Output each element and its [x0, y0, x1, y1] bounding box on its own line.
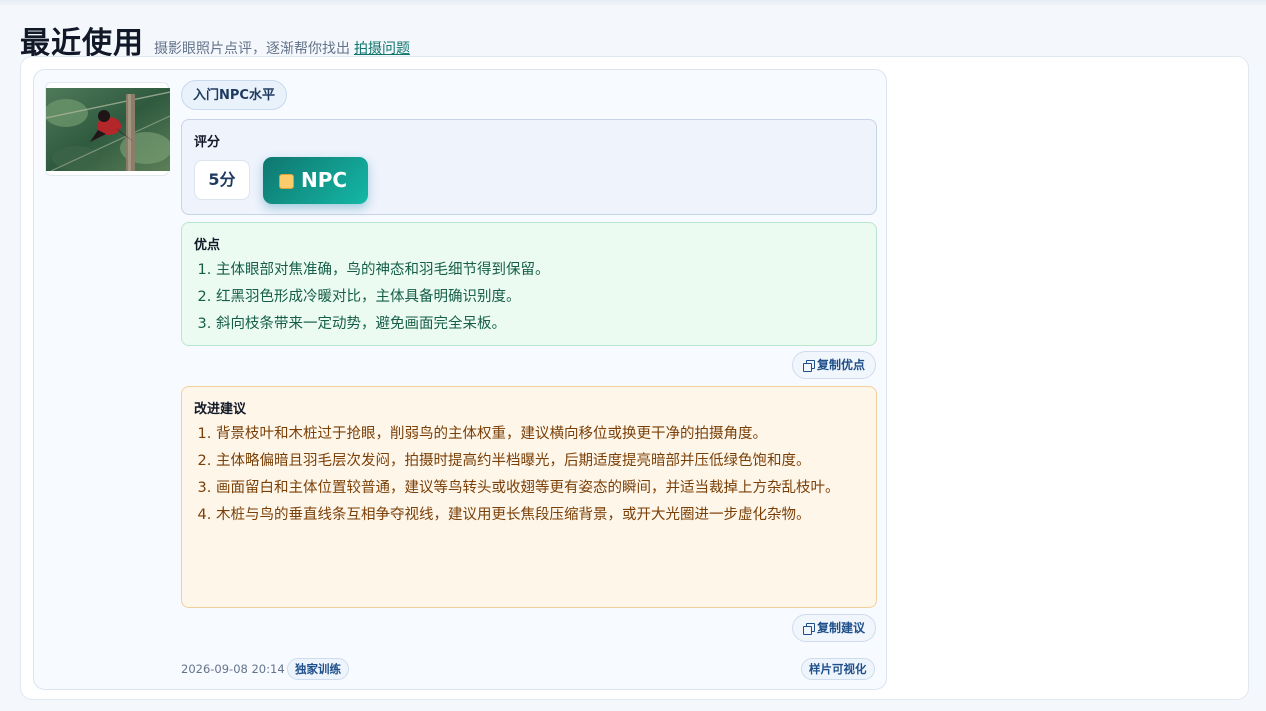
- score-section: 评分 5分 NPC: [181, 119, 877, 215]
- score-value: 5分: [194, 160, 250, 200]
- copy-pros-label: 复制优点: [817, 358, 866, 372]
- pros-list: 主体眼部对焦准确，鸟的神态和羽毛细节得到保留。 红黑羽色形成冷暖对比，主体具备明…: [194, 257, 856, 338]
- sample-visualize-button[interactable]: 样片可视化: [801, 658, 875, 680]
- copy-pros-button[interactable]: 复制优点: [792, 351, 877, 379]
- score-title: 评分: [194, 135, 221, 150]
- review-card: 入门NPC水平 评分 5分 NPC 优点 主体眼部对焦准确，鸟的神态和羽毛细节得…: [33, 69, 887, 690]
- copy-icon: [803, 359, 815, 372]
- npc-badge-label: NPC: [301, 168, 348, 192]
- copy-suggestions-label: 复制建议: [817, 621, 866, 635]
- suggestion-item: 主体略偏暗且羽毛层次发闷，拍摄时提高约半档曝光，后期适度提亮暗部并压低绿色饱和度…: [216, 449, 856, 474]
- badge-square-icon: [279, 174, 294, 189]
- recent-panel: 入门NPC水平 评分 5分 NPC 优点 主体眼部对焦准确，鸟的神态和羽毛细节得…: [20, 56, 1249, 700]
- pros-title: 优点: [194, 238, 221, 253]
- pros-section: 优点 主体眼部对焦准确，鸟的神态和羽毛细节得到保留。 红黑羽色形成冷暖对比，主体…: [181, 222, 877, 346]
- top-bar: [0, 0, 1266, 6]
- suggestions-section: 改进建议 背景枝叶和木桩过于抢眼，削弱鸟的主体权重，建议横向移位或换更干净的拍摄…: [181, 386, 877, 608]
- review-timestamp: 2026-09-08 20:14: [181, 662, 285, 676]
- level-pill: 入门NPC水平: [181, 80, 287, 110]
- photo-thumbnail[interactable]: [45, 82, 170, 176]
- pros-item: 红黑羽色形成冷暖对比，主体具备明确识别度。: [216, 284, 856, 311]
- subtitle-text: 摄影眼照片点评，逐渐帮你找出: [154, 41, 350, 57]
- npc-badge: NPC: [263, 157, 368, 204]
- exclusive-training-tag[interactable]: 独家训练: [287, 658, 349, 680]
- pros-item: 主体眼部对焦准确，鸟的神态和羽毛细节得到保留。: [216, 257, 856, 284]
- suggestion-item: 木桩与鸟的垂直线条互相争夺视线，建议用更长焦段压缩背景，或开大光圈进一步虚化杂物…: [216, 503, 856, 528]
- page-header: 最近使用 摄影眼照片点评，逐渐帮你找出 拍摄问题: [20, 18, 410, 61]
- copy-suggestions-button[interactable]: 复制建议: [792, 614, 877, 642]
- suggestions-list: 背景枝叶和木桩过于抢眼，削弱鸟的主体权重，建议横向移位或换更干净的拍摄角度。 主…: [194, 422, 856, 530]
- suggestions-title: 改进建议: [194, 402, 247, 417]
- page-subtitle: 摄影眼照片点评，逐渐帮你找出 拍摄问题: [154, 38, 410, 58]
- shooting-issues-link[interactable]: 拍摄问题: [354, 41, 410, 57]
- suggestion-item: 画面留白和主体位置较普通，建议等鸟转头或收翅等更有姿态的瞬间，并适当裁掉上方杂乱…: [216, 476, 856, 501]
- copy-icon: [803, 622, 815, 635]
- pros-item: 斜向枝条带来一定动势，避免画面完全呆板。: [216, 311, 856, 338]
- suggestion-item: 背景枝叶和木桩过于抢眼，削弱鸟的主体权重，建议横向移位或换更干净的拍摄角度。: [216, 422, 856, 447]
- bird-photo-image: [46, 88, 170, 171]
